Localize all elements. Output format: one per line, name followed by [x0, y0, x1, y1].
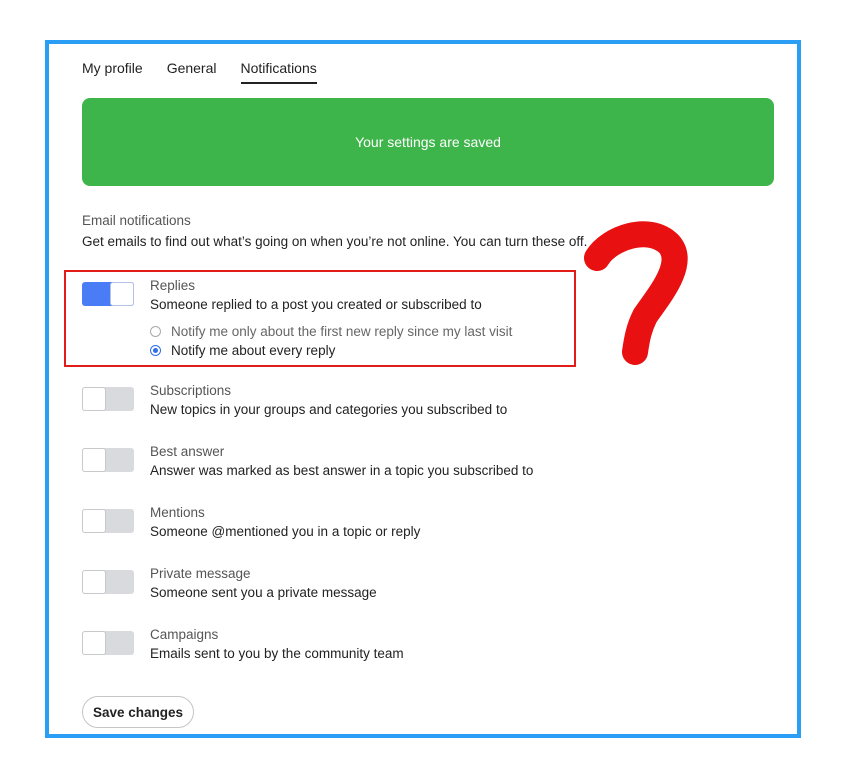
subscriptions-description: New topics in your groups and categories… — [150, 402, 508, 417]
subscriptions-label: Subscriptions — [150, 383, 232, 398]
mentions-label: Mentions — [150, 505, 205, 520]
toggle-knob — [82, 509, 106, 533]
tab-general[interactable]: General — [167, 60, 217, 84]
success-banner-text: Your settings are saved — [355, 134, 501, 150]
campaigns-description: Emails sent to you by the community team — [150, 646, 404, 661]
settings-panel: My profile General Notifications Your se… — [45, 40, 801, 738]
best-answer-toggle[interactable] — [82, 448, 134, 472]
best-answer-description: Answer was marked as best answer in a to… — [150, 463, 534, 478]
tab-notifications[interactable]: Notifications — [240, 60, 317, 84]
section-title: Email notifications — [82, 213, 191, 228]
annotation-highlight-box — [64, 270, 576, 367]
section-description: Get emails to find out what’s going on w… — [82, 234, 588, 249]
private-message-label: Private message — [150, 566, 251, 581]
mentions-toggle[interactable] — [82, 509, 134, 533]
save-changes-button[interactable]: Save changes — [82, 696, 194, 728]
private-message-description: Someone sent you a private message — [150, 585, 377, 600]
campaigns-label: Campaigns — [150, 627, 219, 642]
campaigns-toggle[interactable] — [82, 631, 134, 655]
toggle-knob — [82, 387, 106, 411]
best-answer-label: Best answer — [150, 444, 225, 459]
tab-bar: My profile General Notifications — [82, 60, 317, 84]
toggle-knob — [82, 448, 106, 472]
toggle-knob — [82, 631, 106, 655]
private-message-toggle[interactable] — [82, 570, 134, 594]
mentions-description: Someone @mentioned you in a topic or rep… — [150, 524, 421, 539]
tab-my-profile[interactable]: My profile — [82, 60, 143, 84]
question-mark-annotation — [584, 221, 688, 365]
success-banner: Your settings are saved — [82, 98, 774, 186]
subscriptions-toggle[interactable] — [82, 387, 134, 411]
toggle-knob — [82, 570, 106, 594]
